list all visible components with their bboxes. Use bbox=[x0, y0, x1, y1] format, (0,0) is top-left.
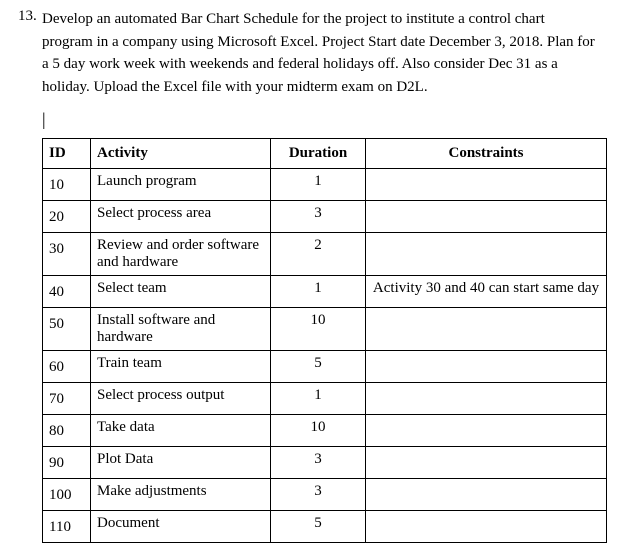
cell-constraints bbox=[366, 351, 607, 383]
header-activity: Activity bbox=[91, 139, 271, 169]
cell-id: 50 bbox=[43, 308, 91, 351]
cell-id: 70 bbox=[43, 383, 91, 415]
table-row: 100 Make adjustments 3 bbox=[43, 479, 607, 511]
cell-constraints bbox=[366, 308, 607, 351]
cell-activity: Make adjustments bbox=[91, 479, 271, 511]
table-row: 110 Document 5 bbox=[43, 511, 607, 543]
cell-duration: 5 bbox=[271, 511, 366, 543]
cell-id: 20 bbox=[43, 201, 91, 233]
schedule-table: ID Activity Duration Constraints 10 Laun… bbox=[42, 138, 607, 543]
cell-duration: 10 bbox=[271, 415, 366, 447]
question-text: Develop an automated Bar Chart Schedule … bbox=[42, 8, 599, 98]
cell-duration: 3 bbox=[271, 479, 366, 511]
cell-activity: Plot Data bbox=[91, 447, 271, 479]
cell-id: 40 bbox=[43, 276, 91, 308]
table-row: 90 Plot Data 3 bbox=[43, 447, 607, 479]
header-id: ID bbox=[43, 139, 91, 169]
cell-id: 10 bbox=[43, 169, 91, 201]
cell-activity: Install software and hardware bbox=[91, 308, 271, 351]
table-row: 70 Select process output 1 bbox=[43, 383, 607, 415]
cell-duration: 1 bbox=[271, 169, 366, 201]
question-number: 13. bbox=[18, 8, 42, 98]
cell-activity: Select team bbox=[91, 276, 271, 308]
cell-id: 80 bbox=[43, 415, 91, 447]
cell-constraints bbox=[366, 383, 607, 415]
table-row: 30 Review and order software and hardwar… bbox=[43, 233, 607, 276]
cell-id: 60 bbox=[43, 351, 91, 383]
cell-activity: Select process area bbox=[91, 201, 271, 233]
cell-activity: Select process output bbox=[91, 383, 271, 415]
cell-constraints bbox=[366, 233, 607, 276]
cell-activity: Document bbox=[91, 511, 271, 543]
cell-activity: Take data bbox=[91, 415, 271, 447]
table-row: 80 Take data 10 bbox=[43, 415, 607, 447]
cell-constraints bbox=[366, 479, 607, 511]
cell-duration: 2 bbox=[271, 233, 366, 276]
header-duration: Duration bbox=[271, 139, 366, 169]
table-row: 20 Select process area 3 bbox=[43, 201, 607, 233]
cell-id: 90 bbox=[43, 447, 91, 479]
cell-duration: 5 bbox=[271, 351, 366, 383]
header-constraints: Constraints bbox=[366, 139, 607, 169]
table-row: 60 Train team 5 bbox=[43, 351, 607, 383]
cell-activity: Train team bbox=[91, 351, 271, 383]
cell-duration: 3 bbox=[271, 201, 366, 233]
cell-constraints bbox=[366, 415, 607, 447]
cell-id: 30 bbox=[43, 233, 91, 276]
cell-constraints bbox=[366, 447, 607, 479]
cell-activity: Review and order software and hardware bbox=[91, 233, 271, 276]
table-header-row: ID Activity Duration Constraints bbox=[43, 139, 607, 169]
cell-constraints bbox=[366, 511, 607, 543]
table-row: 10 Launch program 1 bbox=[43, 169, 607, 201]
question-block: 13. Develop an automated Bar Chart Sched… bbox=[18, 8, 599, 98]
table-row: 40 Select team 1 Activity 30 and 40 can … bbox=[43, 276, 607, 308]
cell-duration: 1 bbox=[271, 276, 366, 308]
cell-activity: Launch program bbox=[91, 169, 271, 201]
cell-duration: 1 bbox=[271, 383, 366, 415]
schedule-table-wrapper: ID Activity Duration Constraints 10 Laun… bbox=[42, 138, 599, 543]
cell-constraints: Activity 30 and 40 can start same day bbox=[366, 276, 607, 308]
cell-constraints bbox=[366, 201, 607, 233]
table-row: 50 Install software and hardware 10 bbox=[43, 308, 607, 351]
text-cursor: | bbox=[42, 110, 599, 128]
cell-constraints bbox=[366, 169, 607, 201]
cell-id: 110 bbox=[43, 511, 91, 543]
cell-id: 100 bbox=[43, 479, 91, 511]
cell-duration: 10 bbox=[271, 308, 366, 351]
cell-duration: 3 bbox=[271, 447, 366, 479]
